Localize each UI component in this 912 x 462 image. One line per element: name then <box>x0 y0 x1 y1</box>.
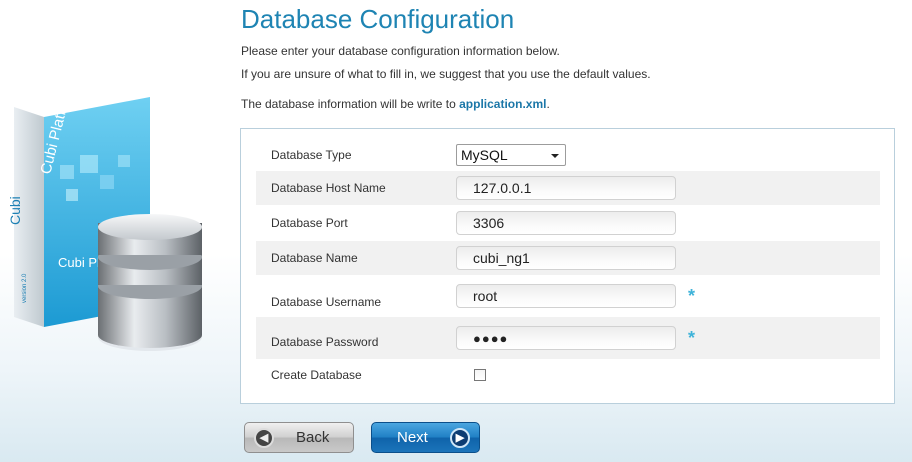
db-name-label: Database Name <box>271 251 358 265</box>
required-marker: * <box>688 286 696 306</box>
arrow-right-circle-icon: ▶ <box>450 427 470 448</box>
create-db-label: Create Database <box>271 368 362 382</box>
back-button[interactable]: ◀ Back <box>244 422 354 453</box>
form-row-host: Database Host Name 127.0.0.1 <box>256 171 880 205</box>
intro-text-line-3: The database information will be write t… <box>241 97 550 111</box>
password-input[interactable]: ●●●● <box>456 326 676 350</box>
port-label: Database Port <box>271 216 348 230</box>
form-row-password: Database Password ●●●● * <box>256 317 880 359</box>
arrow-left-circle-icon: ◀ <box>254 427 274 448</box>
form-row-create-db: Create Database <box>256 361 880 389</box>
host-label: Database Host Name <box>271 181 386 195</box>
db-type-label: Database Type <box>271 148 352 162</box>
config-file-name: application.xml <box>459 97 547 111</box>
database-icon <box>98 214 202 351</box>
port-input[interactable]: 3306 <box>456 211 676 235</box>
box-side-text: Cubi <box>7 196 23 225</box>
host-input[interactable]: 127.0.0.1 <box>456 176 676 200</box>
intro-text-suffix: . <box>546 97 550 111</box>
required-marker: * <box>688 328 696 348</box>
form-row-db-name: Database Name cubi_ng1 <box>256 241 880 275</box>
username-input[interactable]: root <box>456 284 676 308</box>
db-type-select[interactable]: MySQL <box>456 144 566 166</box>
box-version-text: version 2.0 <box>22 273 28 303</box>
db-name-input[interactable]: cubi_ng1 <box>456 246 676 270</box>
password-label: Database Password <box>271 335 379 349</box>
intro-text-line-2: If you are unsure of what to fill in, we… <box>241 67 651 81</box>
username-label: Database Username <box>271 295 382 309</box>
form-row-port: Database Port 3306 <box>256 207 880 239</box>
page-title: Database Configuration <box>241 4 515 34</box>
db-type-value: MySQL <box>461 147 508 163</box>
intro-text-line-1: Please enter your database configuration… <box>241 44 560 58</box>
product-box-illustration: Cubi version 2.0 Cubi Platform Cubi Plat… <box>7 95 202 351</box>
form-row-db-type: Database Type MySQL <box>256 141 880 169</box>
database-config-form: Database Type MySQL Database Host Name 1… <box>240 128 895 404</box>
next-button[interactable]: Next ▶ <box>371 422 480 453</box>
create-db-checkbox[interactable] <box>474 369 486 381</box>
chevron-down-icon <box>551 154 559 158</box>
back-button-label: Back <box>296 429 330 446</box>
intro-text-prefix: The database information will be write t… <box>241 97 460 111</box>
form-row-username: Database Username root * <box>256 277 880 315</box>
next-button-label: Next <box>397 429 428 446</box>
